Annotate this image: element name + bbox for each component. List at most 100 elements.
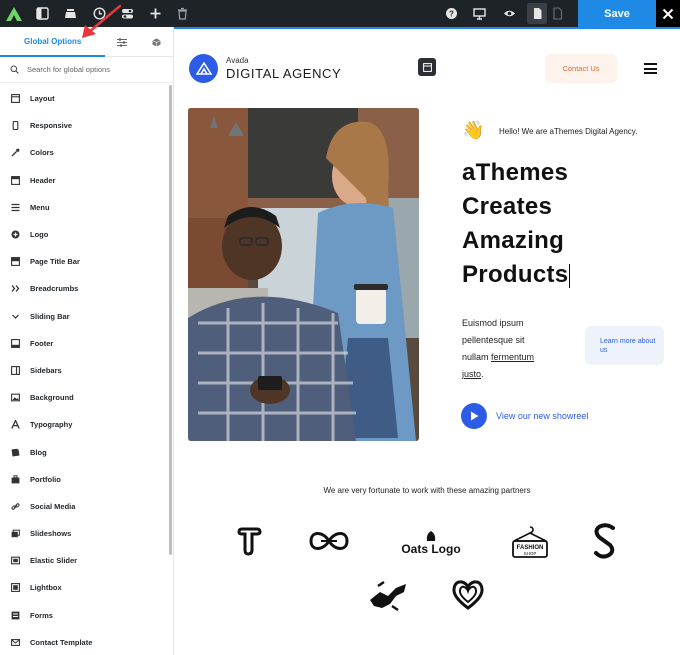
forms-icon xyxy=(11,611,20,620)
sidebar-item-menu[interactable]: Menu xyxy=(0,194,170,221)
typography-icon xyxy=(11,420,20,430)
sidebar-item-label: Typography xyxy=(30,420,73,430)
help-icon[interactable]: ? xyxy=(438,0,464,27)
partner-logo-oats: Oats Logo xyxy=(394,526,468,560)
blank-page-icon[interactable] xyxy=(547,0,567,27)
sidebar-item-label: Layout xyxy=(30,94,55,104)
sidebar-item-lightbox[interactable]: Lightbox xyxy=(0,574,170,601)
waving-hand-icon: 👋 xyxy=(462,120,485,140)
sidebar-item-elastic-slider[interactable]: Elastic Slider xyxy=(0,547,170,574)
body-line: Euismod ipsum xyxy=(462,318,524,328)
layout-icon xyxy=(11,94,20,104)
sidebar-item-slideshows[interactable]: Slideshows xyxy=(0,520,170,547)
sidebar-item-typography[interactable]: Typography xyxy=(0,411,170,438)
sidebar-scrollbar[interactable] xyxy=(169,85,172,555)
sidebar-item-label: Header xyxy=(30,175,56,185)
sidebar-toggle-icon[interactable] xyxy=(29,0,55,27)
hero-image xyxy=(188,108,419,441)
save-button[interactable]: Save xyxy=(578,0,656,27)
sidebar-item-forms[interactable]: Forms xyxy=(0,602,170,629)
partner-logo-t xyxy=(234,525,264,557)
footer-icon xyxy=(11,338,20,348)
brand-logo-icon[interactable] xyxy=(189,54,218,83)
sidebar-item-contact-template[interactable]: Contact Template xyxy=(0,629,170,655)
sidebar-item-label: Portfolio xyxy=(30,474,61,484)
tab-layout-sections[interactable] xyxy=(139,27,173,57)
partner-logo-hands xyxy=(368,578,408,612)
sidebar-item-layout[interactable]: Layout xyxy=(0,85,170,112)
body-line: nullam xyxy=(462,352,492,362)
body-line: . xyxy=(481,369,484,379)
partner-logo-heart xyxy=(450,578,486,612)
sidebar-item-label: Contact Template xyxy=(30,637,93,647)
desktop-icon[interactable] xyxy=(466,0,492,27)
showreel-link[interactable]: View our new showreel xyxy=(496,411,588,421)
hero-headline[interactable]: aThemes Creates Amazing Products xyxy=(462,156,571,292)
partner-logo-fashion-shop: FASHION SHOP xyxy=(509,524,551,560)
sidebar-item-label: Lightbox xyxy=(30,583,62,593)
fashion-logo-line2: SHOP xyxy=(524,551,537,556)
headline-line: Amazing xyxy=(462,227,565,254)
annotation-arrow xyxy=(82,4,122,38)
slider-icon xyxy=(11,556,20,565)
sidebars-icon xyxy=(11,366,20,375)
image-icon xyxy=(11,393,20,402)
sidebar-item-label: Logo xyxy=(30,230,49,240)
sidebar-item-label: Sliding Bar xyxy=(30,311,70,321)
sidebar-item-blog[interactable]: Blog xyxy=(0,438,170,465)
sidebar-item-label: Social Media xyxy=(30,501,76,511)
sidebar-item-label: Blog xyxy=(30,447,47,457)
sidebar-item-social-media[interactable]: Social Media xyxy=(0,493,170,520)
sidebar-item-label: Breadcrumbs xyxy=(30,284,79,294)
headline-line: Creates xyxy=(462,193,553,220)
sidebar-item-label: Responsive xyxy=(30,121,73,131)
sidebar-item-sidebars[interactable]: Sidebars xyxy=(0,357,170,384)
trash-icon[interactable] xyxy=(169,0,195,27)
body-line: pellentesque sit xyxy=(462,335,525,345)
sidebar-item-label: Elastic Slider xyxy=(30,556,78,566)
play-icon[interactable] xyxy=(461,403,487,429)
brand-title[interactable]: DIGITAL AGENCY xyxy=(226,66,341,81)
menu-icon xyxy=(11,203,20,212)
sidebar-item-logo[interactable]: Logo xyxy=(0,221,170,248)
hello-text: Hello! We are aThemes Digital Agency. xyxy=(499,127,638,136)
sidebar-item-portfolio[interactable]: Portfolio xyxy=(0,466,170,493)
title-bar-icon xyxy=(11,257,20,267)
sidebar-item-footer[interactable]: Footer xyxy=(0,330,170,357)
close-icon[interactable] xyxy=(656,0,680,27)
sidebar-item-label: Slideshows xyxy=(30,529,72,539)
sidebar-item-label: Background xyxy=(30,393,74,403)
hamburger-menu-icon[interactable] xyxy=(644,63,657,74)
sidebar-item-sliding-bar[interactable]: Sliding Bar xyxy=(0,303,170,330)
partners-heading: We are very fortunate to work with these… xyxy=(323,486,531,495)
chevron-down-icon xyxy=(11,312,20,321)
svg-text:?: ? xyxy=(449,10,454,19)
brand-subtitle: Avada xyxy=(226,56,249,65)
portfolio-icon xyxy=(11,475,20,484)
sidebar-item-page-title-bar[interactable]: Page Title Bar xyxy=(0,248,170,275)
edit-section-icon[interactable] xyxy=(418,58,436,76)
sidebar-item-colors[interactable]: Colors xyxy=(0,139,170,166)
learn-more-button[interactable]: Learn more about us xyxy=(585,326,664,365)
add-icon[interactable] xyxy=(142,0,168,27)
slideshow-icon xyxy=(11,529,20,538)
page-icon[interactable] xyxy=(527,3,547,24)
sidebar-item-header[interactable]: Header xyxy=(0,167,170,194)
headline-line: aThemes xyxy=(462,159,569,186)
sidebar-item-background[interactable]: Background xyxy=(0,384,170,411)
sidebar-item-label: Page Title Bar xyxy=(30,257,80,267)
sidebar-item-label: Colors xyxy=(30,148,54,158)
avada-logo-icon[interactable] xyxy=(0,0,27,27)
cube-icon xyxy=(151,38,161,46)
sidebar-item-breadcrumbs[interactable]: Breadcrumbs xyxy=(0,275,170,302)
contact-us-button[interactable]: Contact Us xyxy=(545,54,617,83)
sidebar-item-responsive[interactable]: Responsive xyxy=(0,112,170,139)
body-underlined: fermentum xyxy=(491,352,535,362)
preview-eye-icon[interactable] xyxy=(496,0,522,27)
global-options-sidebar: Global Options Search for global options… xyxy=(0,27,174,655)
lightbox-icon xyxy=(11,583,20,593)
search-input[interactable]: Search for global options xyxy=(27,65,110,74)
search-icon xyxy=(10,65,19,74)
sidebar-item-label: Sidebars xyxy=(30,365,62,375)
search-bar[interactable]: Search for global options xyxy=(0,57,173,83)
